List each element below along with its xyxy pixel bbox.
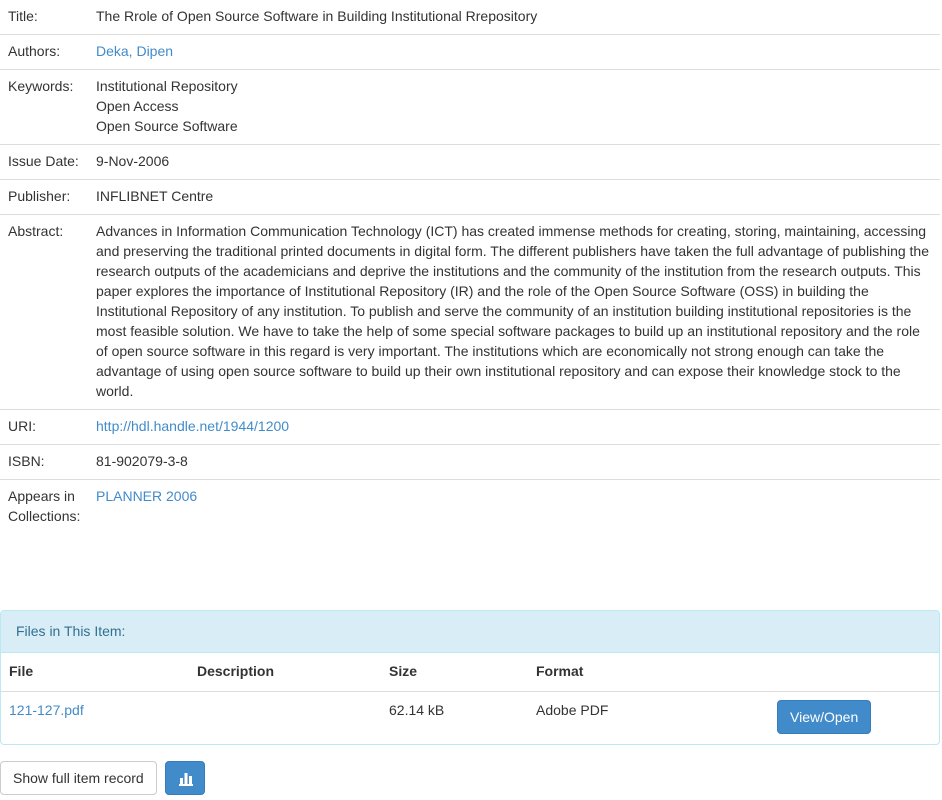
- file-format: Adobe PDF: [528, 691, 769, 744]
- metadata-row-authors: Authors: Deka, Dipen: [0, 34, 940, 70]
- metadata-row-isbn: ISBN: 81-902079-3-8: [0, 444, 940, 480]
- issue-date: 9-Nov-2006: [88, 144, 940, 180]
- files-table-header: File Description Size Format: [1, 653, 939, 692]
- files-panel: Files in This Item: File Description Siz…: [0, 610, 940, 745]
- file-link[interactable]: 121-127.pdf: [9, 702, 84, 718]
- show-full-record-button[interactable]: Show full item record: [0, 761, 157, 795]
- metadata-row-issue-date: Issue Date: 9-Nov-2006: [0, 144, 940, 180]
- files-table: File Description Size Format 121-127.pdf…: [1, 653, 939, 744]
- table-row: 121-127.pdf 62.14 kB Adobe PDF View/Open: [1, 691, 939, 744]
- authors-label: Authors:: [0, 34, 88, 70]
- title-label: Title:: [8, 8, 38, 24]
- column-header-format: Format: [536, 663, 584, 679]
- issue-date-label: Issue Date:: [0, 144, 88, 180]
- column-header-action: [769, 653, 939, 692]
- statistics-button[interactable]: [164, 761, 205, 795]
- isbn: 81-902079-3-8: [88, 444, 940, 480]
- item-title: The Rrole of Open Source Software in Bui…: [96, 8, 538, 24]
- metadata-row-uri: URI: http://hdl.handle.net/1944/1200: [0, 409, 940, 445]
- metadata-row-abstract: Abstract: Advances in Information Commun…: [0, 214, 940, 410]
- collection-link[interactable]: PLANNER 2006: [96, 488, 197, 504]
- keyword: Open Source Software: [96, 118, 238, 134]
- keyword: Institutional Repository: [96, 78, 238, 94]
- column-header-size: Size: [389, 663, 418, 679]
- bar-chart-icon: [178, 773, 193, 786]
- keywords-label: Keywords:: [0, 69, 88, 145]
- files-panel-heading: Files in This Item:: [1, 611, 939, 653]
- column-header-description: Description: [197, 663, 275, 679]
- keywords-list: Institutional Repository Open Access Ope…: [88, 69, 940, 145]
- publisher: INFLIBNET Centre: [88, 179, 940, 215]
- abstract-text: Advances in Information Communication Te…: [88, 214, 940, 410]
- abstract-label: Abstract:: [0, 214, 88, 410]
- file-description: [189, 691, 381, 744]
- view-open-button[interactable]: View/Open: [777, 700, 872, 734]
- publisher-label: Publisher:: [0, 179, 88, 215]
- isbn-label: ISBN:: [0, 444, 88, 480]
- item-metadata-table: Title: The Rrole of Open Source Software…: [0, 0, 940, 534]
- uri-link[interactable]: http://hdl.handle.net/1944/1200: [96, 418, 289, 434]
- metadata-row-collections: Appears in Collections: PLANNER 2006: [0, 479, 940, 534]
- metadata-row-keywords: Keywords: Institutional Repository Open …: [0, 69, 940, 145]
- collections-label: Appears in Collections:: [0, 479, 88, 534]
- metadata-row-title: Title: The Rrole of Open Source Software…: [0, 0, 940, 35]
- keyword: Open Access: [96, 98, 179, 114]
- column-header-file: File: [9, 663, 34, 679]
- file-size: 62.14 kB: [381, 691, 528, 744]
- item-actions: Show full item record: [0, 761, 205, 795]
- uri-label: URI:: [0, 409, 88, 445]
- author-link[interactable]: Deka, Dipen: [96, 43, 173, 59]
- metadata-row-publisher: Publisher: INFLIBNET Centre: [0, 179, 940, 215]
